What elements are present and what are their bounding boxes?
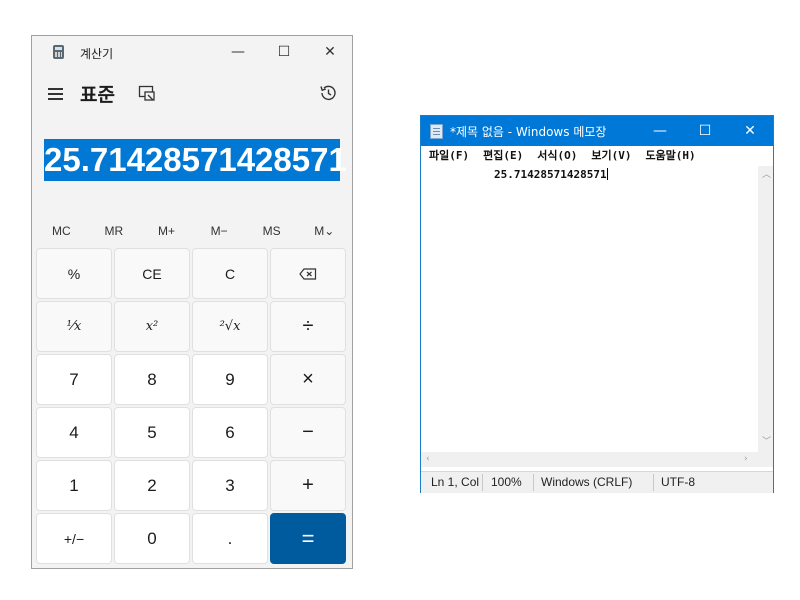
menu-view[interactable]: 보기(V) xyxy=(591,146,631,166)
status-separator xyxy=(482,474,483,491)
notepad-menubar: 파일(F) 편집(E) 서식(O) 보기(V) 도움말(H) xyxy=(421,146,773,166)
clear-button[interactable]: C xyxy=(192,248,268,299)
calculator-display[interactable]: 25.71428571428571 xyxy=(44,139,347,181)
calculator-window: 계산기 — ☐ ✕ 표준 25.71428571428571 MC MR M+ … xyxy=(31,35,353,569)
status-separator xyxy=(653,474,654,491)
menu-format[interactable]: 서식(O) xyxy=(537,146,577,166)
text-caret xyxy=(606,168,608,180)
equals-button[interactable]: = xyxy=(270,513,346,564)
digit-4-button[interactable]: 4 xyxy=(36,407,112,458)
scroll-left-arrow-icon[interactable]: ‹ xyxy=(426,455,430,464)
notepad-statusbar: Ln 1, Col 100% Windows (CRLF) UTF-8 xyxy=(421,471,773,493)
calculator-titlebar[interactable]: 계산기 — ☐ ✕ xyxy=(32,36,352,68)
memory-list-button[interactable]: M⌄ xyxy=(298,219,351,243)
calculator-header: 표준 xyxy=(32,76,352,116)
notepad-title: *제목 없음 - Windows 메모장 xyxy=(450,125,607,139)
digit-7-button[interactable]: 7 xyxy=(36,354,112,405)
clear-entry-button[interactable]: CE xyxy=(114,248,190,299)
menu-file[interactable]: 파일(F) xyxy=(429,146,469,166)
vertical-scrollbar[interactable]: ︿ ﹀ xyxy=(758,166,773,452)
divide-button[interactable]: ÷ xyxy=(270,301,346,352)
decimal-button[interactable]: . xyxy=(192,513,268,564)
resize-grip[interactable] xyxy=(758,452,773,467)
notepad-content-text: 25.71428571428571 xyxy=(494,168,607,181)
digit-6-button[interactable]: 6 xyxy=(192,407,268,458)
keep-on-top-icon[interactable] xyxy=(138,84,156,102)
digit-9-button[interactable]: 9 xyxy=(192,354,268,405)
status-encoding: UTF-8 xyxy=(661,475,695,489)
multiply-button[interactable]: × xyxy=(270,354,346,405)
add-button[interactable]: + xyxy=(270,460,346,511)
backspace-icon xyxy=(299,267,317,280)
status-separator xyxy=(533,474,534,491)
digit-8-button[interactable]: 8 xyxy=(114,354,190,405)
notepad-app-icon xyxy=(430,124,443,139)
history-icon[interactable] xyxy=(318,83,338,103)
status-line-ending: Windows (CRLF) xyxy=(541,475,633,489)
calculator-title: 계산기 xyxy=(80,47,114,61)
digit-5-button[interactable]: 5 xyxy=(114,407,190,458)
memory-row: MC MR M+ M− MS M⌄ xyxy=(35,219,351,243)
percent-button[interactable]: % xyxy=(36,248,112,299)
maximize-button[interactable]: ☐ xyxy=(264,39,304,65)
digit-0-button[interactable]: 0 xyxy=(114,513,190,564)
notepad-content: 25.71428571428571 xyxy=(494,168,608,181)
digit-1-button[interactable]: 1 xyxy=(36,460,112,511)
scroll-up-arrow-icon[interactable]: ︿ xyxy=(762,171,771,180)
memory-add-button[interactable]: M+ xyxy=(140,219,193,243)
memory-recall-button[interactable]: MR xyxy=(88,219,141,243)
notepad-close-button[interactable]: ✕ xyxy=(728,118,772,144)
backspace-button[interactable] xyxy=(270,248,346,299)
scroll-down-arrow-icon[interactable]: ﹀ xyxy=(762,438,771,447)
square-button[interactable]: x² xyxy=(114,301,190,352)
horizontal-scrollbar[interactable]: ‹ › xyxy=(421,452,758,467)
status-position: Ln 1, Col xyxy=(431,475,480,489)
hamburger-menu-icon[interactable] xyxy=(48,87,65,101)
status-zoom: 100% xyxy=(491,475,522,489)
calculator-app-icon xyxy=(53,45,64,59)
square-root-button[interactable]: ²√x xyxy=(192,301,268,352)
negate-button[interactable]: +/− xyxy=(36,513,112,564)
calculator-mode-title: 표준 xyxy=(80,84,115,106)
digit-3-button[interactable]: 3 xyxy=(192,460,268,511)
notepad-window: *제목 없음 - Windows 메모장 — ☐ ✕ 파일(F) 편집(E) 서… xyxy=(420,115,774,493)
reciprocal-button[interactable]: ⅟x xyxy=(36,301,112,352)
close-button[interactable]: ✕ xyxy=(310,39,350,65)
menu-help[interactable]: 도움말(H) xyxy=(645,146,695,166)
memory-store-button[interactable]: MS xyxy=(245,219,298,243)
notepad-minimize-button[interactable]: — xyxy=(638,118,682,144)
notepad-maximize-button[interactable]: ☐ xyxy=(683,118,727,144)
menu-edit[interactable]: 편집(E) xyxy=(483,146,523,166)
memory-clear-button[interactable]: MC xyxy=(35,219,88,243)
notepad-text-area[interactable]: 25.71428571428571 xyxy=(421,166,757,452)
notepad-titlebar[interactable]: *제목 없음 - Windows 메모장 — ☐ ✕ xyxy=(421,116,773,146)
subtract-button[interactable]: − xyxy=(270,407,346,458)
scroll-right-arrow-icon[interactable]: › xyxy=(744,455,748,464)
memory-subtract-button[interactable]: M− xyxy=(193,219,246,243)
minimize-button[interactable]: — xyxy=(218,39,258,65)
keypad: % CE C ⅟x x² ²√x ÷ 7 8 9 × 4 5 6 − 1 2 3… xyxy=(36,248,349,566)
digit-2-button[interactable]: 2 xyxy=(114,460,190,511)
